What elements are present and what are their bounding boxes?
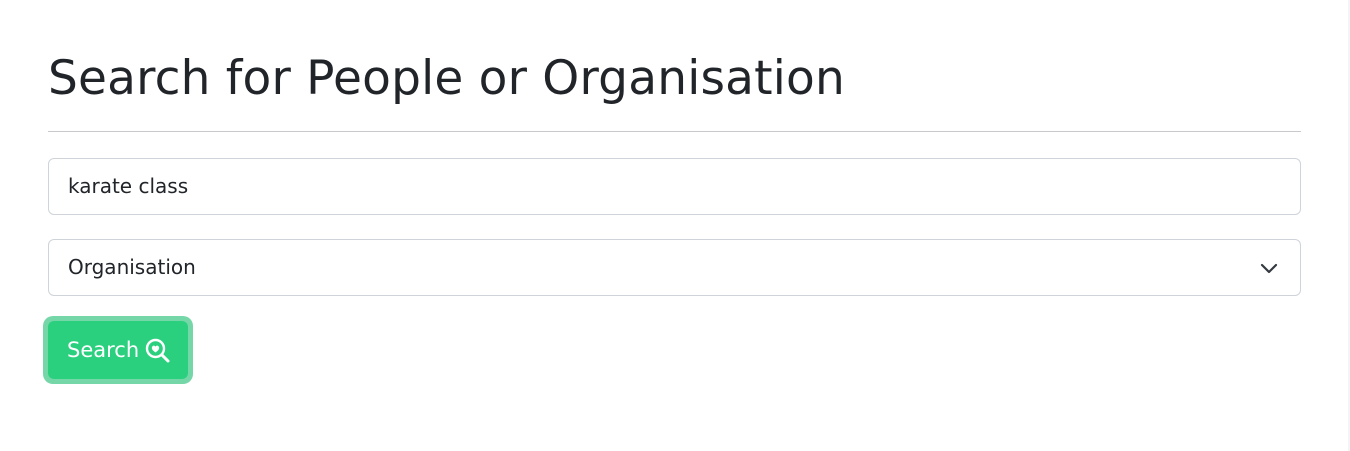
divider <box>48 131 1301 132</box>
search-heart-icon <box>145 338 170 363</box>
search-button-body[interactable]: Search <box>48 321 188 379</box>
search-input[interactable]: karate class <box>48 158 1301 215</box>
search-type-selected-value: Organisation <box>68 255 196 279</box>
search-button-label: Search <box>67 338 140 362</box>
page: Search for People or Organisation karate… <box>0 0 1350 451</box>
search-input-value: karate class <box>68 174 189 198</box>
chevron-down-icon <box>1260 263 1278 274</box>
page-title: Search for People or Organisation <box>48 51 845 106</box>
search-type-select[interactable]: Organisation <box>48 239 1301 296</box>
search-button[interactable]: Search <box>43 316 193 384</box>
